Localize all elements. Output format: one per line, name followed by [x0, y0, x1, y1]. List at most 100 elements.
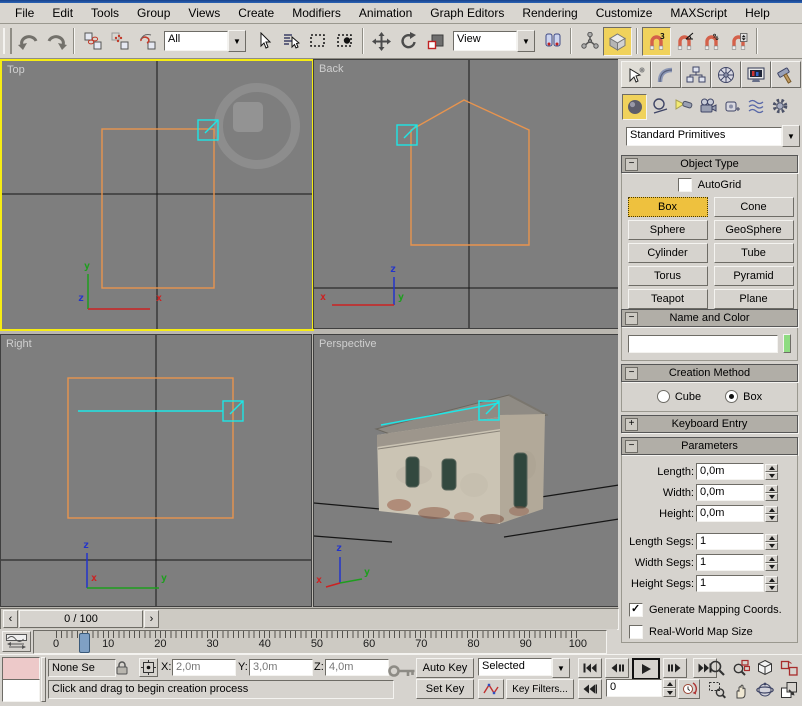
select-and-manipulate-icon[interactable]	[576, 28, 603, 55]
radio-icon[interactable]	[725, 390, 738, 403]
viewport-right-label[interactable]: Right	[6, 338, 32, 350]
zoom-all-icon[interactable]	[730, 658, 752, 678]
snaps-cube-icon[interactable]	[603, 27, 632, 56]
next-frame-icon[interactable]	[663, 658, 687, 678]
arc-rotate-icon[interactable]	[754, 680, 776, 700]
box-radio-option[interactable]: Box	[725, 390, 762, 403]
menu-item[interactable]: Help	[736, 4, 779, 22]
angle-snap-icon[interactable]	[671, 28, 698, 55]
menu-item[interactable]: Views	[179, 4, 229, 22]
snaps-toggle-3d-icon[interactable]: 3	[642, 27, 671, 56]
generate-mapping-checkbox[interactable]	[629, 603, 643, 617]
cameras-icon[interactable]	[696, 94, 719, 118]
z-coord-field[interactable]: 4,0m	[325, 659, 389, 676]
space-warps-icon[interactable]	[744, 94, 767, 118]
object-type-button[interactable]: Torus	[628, 266, 708, 286]
object-type-button[interactable]: GeoSphere	[714, 220, 794, 240]
track-bar[interactable]: 0102030405060708090100	[0, 629, 617, 653]
maxscript-mini-listener-white[interactable]	[2, 679, 40, 702]
height-spinner[interactable]	[765, 506, 778, 522]
use-pivot-point-center-icon[interactable]	[539, 28, 566, 55]
menu-item[interactable]: MAXScript	[661, 4, 736, 22]
creation-method-header[interactable]: Creation Method	[621, 364, 798, 382]
viewport-right[interactable]: Right zxy	[0, 334, 312, 607]
unlink-selection-icon[interactable]	[106, 28, 133, 55]
viewport-back-label[interactable]: Back	[319, 63, 343, 75]
geometry-icon[interactable]	[622, 94, 647, 120]
menu-item[interactable]: Edit	[43, 4, 82, 22]
go-to-start-icon[interactable]	[578, 658, 602, 678]
select-and-move-icon[interactable]	[368, 28, 395, 55]
collapse-icon[interactable]	[625, 440, 638, 453]
undo-icon[interactable]	[15, 28, 42, 55]
object-color-swatch[interactable]	[783, 334, 791, 353]
maximize-viewport-toggle-icon[interactable]	[778, 680, 800, 700]
previous-frame-arrow[interactable]: ‹	[3, 610, 18, 628]
collapse-icon[interactable]	[625, 158, 638, 171]
utilities-tab[interactable]	[771, 61, 801, 88]
collapse-icon[interactable]	[625, 367, 638, 380]
previous-frame-icon[interactable]	[605, 658, 629, 678]
chevron-down-icon[interactable]: ▼	[552, 658, 570, 678]
current-frame-field[interactable]: 0	[606, 679, 662, 697]
height-segs-spinner[interactable]	[765, 576, 778, 592]
object-type-button[interactable]: Plane	[714, 289, 794, 309]
redo-icon[interactable]	[42, 28, 69, 55]
key-mode-toggle-icon[interactable]	[578, 679, 602, 699]
trackbar-ruler[interactable]: 0102030405060708090100	[33, 630, 607, 654]
mini-curve-editor-icon[interactable]	[2, 631, 31, 652]
height-segs-field[interactable]: 1	[696, 575, 764, 592]
hierarchy-tab[interactable]	[681, 61, 711, 88]
length-segs-spinner[interactable]	[765, 534, 778, 550]
viewport-top-label[interactable]: Top	[7, 64, 25, 76]
real-world-map-checkbox[interactable]	[629, 625, 643, 639]
modify-tab[interactable]	[651, 61, 681, 88]
radio-icon[interactable]	[657, 390, 670, 403]
viewport-back[interactable]: Back zxy	[313, 59, 620, 329]
width-segs-field[interactable]: 1	[696, 554, 764, 571]
name-color-header[interactable]: Name and Color	[621, 309, 798, 327]
keyboard-entry-header[interactable]: Keyboard Entry	[621, 415, 798, 433]
menu-item[interactable]: Graph Editors	[421, 4, 513, 22]
height-field[interactable]: 0,0m	[696, 505, 764, 522]
viewport-perspective-label[interactable]: Perspective	[319, 338, 376, 350]
select-and-link-icon[interactable]	[79, 28, 106, 55]
object-type-button[interactable]: Teapot	[628, 289, 708, 309]
menu-item[interactable]: Create	[229, 4, 283, 22]
object-type-button[interactable]: Pyramid	[714, 266, 794, 286]
shapes-icon[interactable]	[648, 94, 671, 118]
selection-lock-icon[interactable]	[113, 659, 131, 676]
length-field[interactable]: 0,0m	[696, 463, 764, 480]
selection-filter-dropdown[interactable]: All ▼	[164, 30, 246, 52]
auto-key-button[interactable]: Auto Key	[416, 658, 474, 678]
collapse-icon[interactable]	[625, 312, 638, 325]
parameters-header[interactable]: Parameters	[621, 437, 798, 455]
viewport-perspective[interactable]: Perspective	[313, 334, 620, 607]
display-tab[interactable]	[741, 61, 771, 88]
select-and-scale-icon[interactable]	[422, 28, 449, 55]
width-spinner[interactable]	[765, 485, 778, 501]
subcategory-dropdown[interactable]: Standard Primitives ▼	[626, 125, 800, 147]
time-slider-handle[interactable]: 0 / 100	[19, 610, 143, 628]
pan-hand-icon[interactable]	[730, 680, 752, 700]
object-type-header[interactable]: Object Type	[621, 155, 798, 173]
motion-tab[interactable]	[711, 61, 741, 88]
menu-item[interactable]: Tools	[82, 4, 128, 22]
menu-item[interactable]: Customize	[587, 4, 662, 22]
key-filters-button[interactable]: Key Filters...	[506, 679, 574, 699]
object-type-button[interactable]: Tube	[714, 243, 794, 263]
key-mode-dropdown[interactable]: Selected ▼	[478, 658, 570, 678]
zoom-icon[interactable]	[706, 658, 728, 678]
x-coord-field[interactable]: 2,0m	[172, 659, 236, 676]
region-zoom-icon[interactable]	[706, 680, 728, 700]
absolute-mode-icon[interactable]	[139, 658, 158, 677]
maxscript-mini-listener-pink[interactable]	[2, 657, 40, 680]
toolbar-grip[interactable]	[3, 28, 12, 54]
expand-icon[interactable]	[625, 418, 638, 431]
play-animation-icon[interactable]	[632, 658, 660, 680]
object-type-button[interactable]: Cone	[714, 197, 794, 217]
viewport-top[interactable]: Top yzx	[0, 59, 314, 331]
selection-status-field[interactable]: None Se	[48, 659, 116, 677]
menu-item[interactable]: Animation	[350, 4, 421, 22]
width-field[interactable]: 0,0m	[696, 484, 764, 501]
